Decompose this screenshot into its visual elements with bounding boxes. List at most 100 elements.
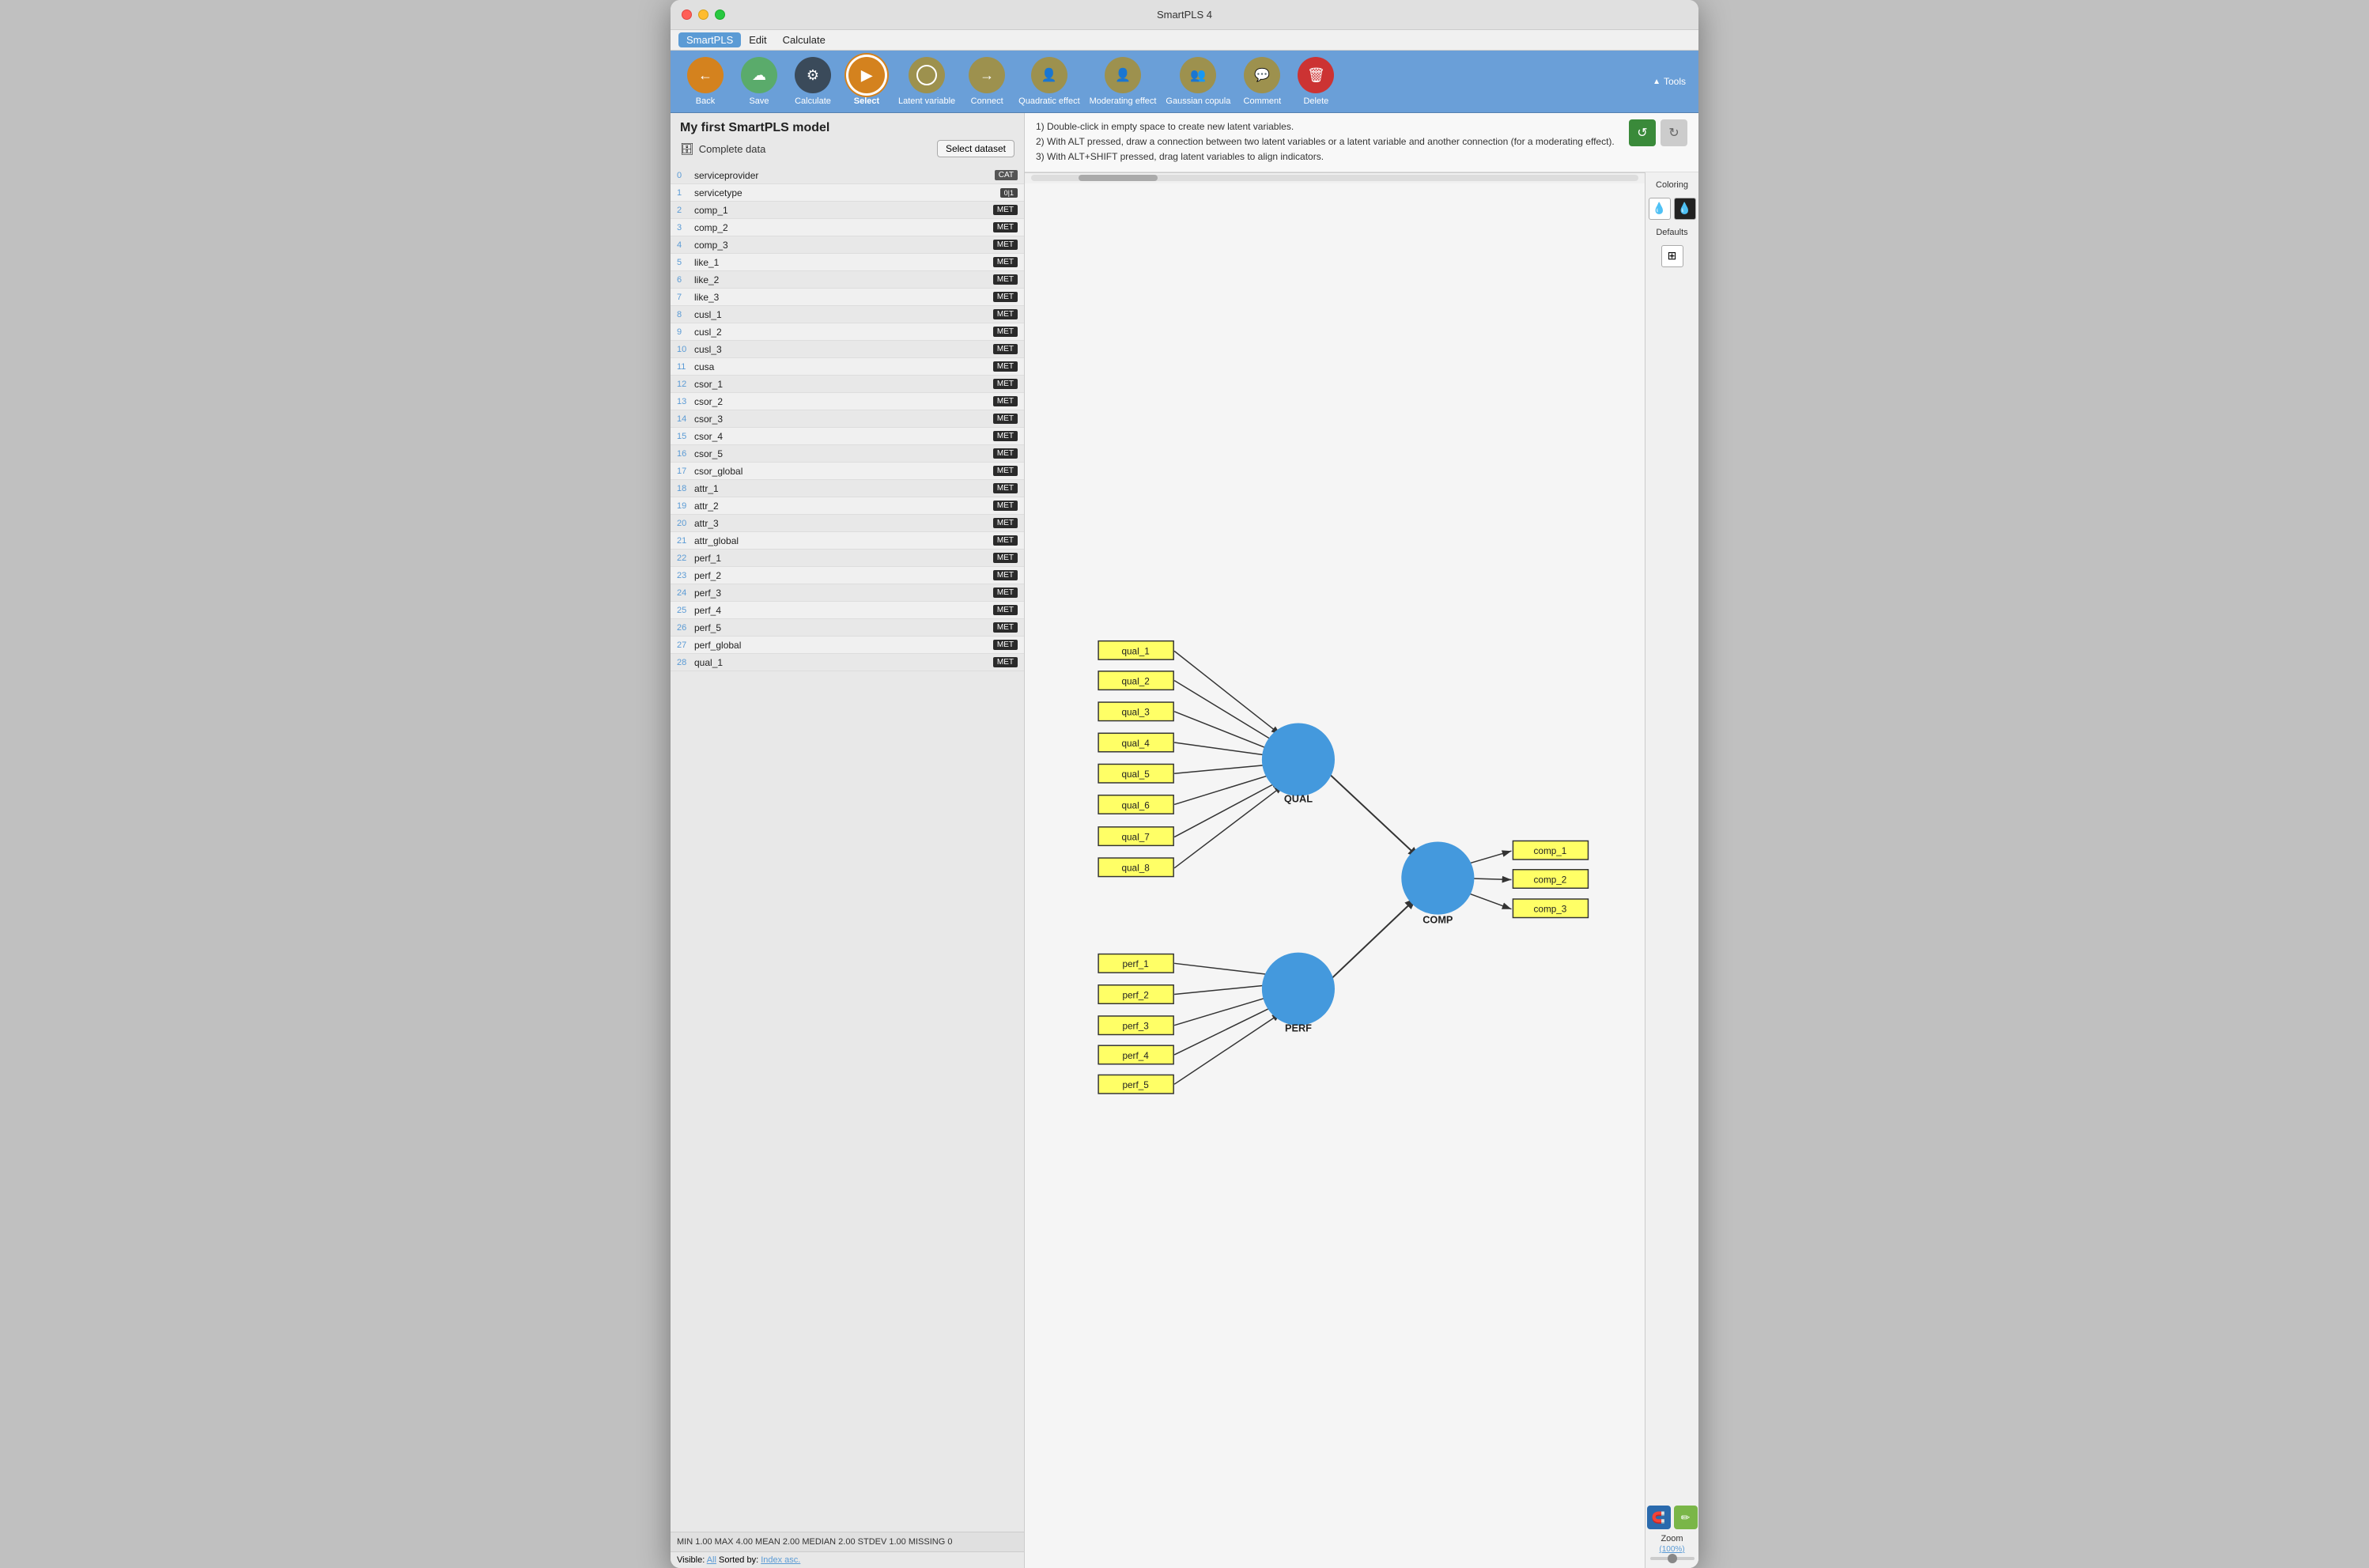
defaults-label: Defaults [1656, 228, 1687, 237]
delete-button[interactable]: 🗑 Delete [1294, 57, 1338, 106]
scrollbar-thumb[interactable] [1079, 175, 1158, 181]
tools-toggle[interactable]: Tools [1653, 76, 1686, 87]
minimize-button[interactable] [698, 9, 708, 20]
canvas-area: 1) Double-click in empty space to create… [1025, 113, 1698, 1568]
color-btn-2[interactable]: 💧 [1674, 198, 1696, 220]
var-index: 13 [677, 397, 694, 406]
connect-button[interactable]: → Connect [965, 57, 1009, 106]
arrow-perf4-perf [1174, 1003, 1279, 1055]
variable-row[interactable]: 1 servicetype 0|1 [671, 184, 1024, 202]
defaults-btn[interactable]: ⊞ [1661, 245, 1683, 267]
variable-row[interactable]: 22 perf_1 MET [671, 550, 1024, 567]
variable-row[interactable]: 3 comp_2 MET [671, 219, 1024, 236]
zoom-slider-thumb[interactable] [1668, 1554, 1677, 1563]
variable-row[interactable]: 20 attr_3 MET [671, 515, 1024, 532]
variable-row[interactable]: 24 perf_3 MET [671, 584, 1024, 602]
variable-row[interactable]: 0 serviceprovider CAT [671, 167, 1024, 184]
var-index: 20 [677, 519, 694, 528]
variable-row[interactable]: 15 csor_4 MET [671, 428, 1024, 445]
arrow-qual7-qual [1174, 780, 1280, 837]
variable-row[interactable]: 7 like_3 MET [671, 289, 1024, 306]
indicator-qual3-label: qual_3 [1121, 707, 1150, 717]
variable-row[interactable]: 26 perf_5 MET [671, 619, 1024, 637]
variable-list: 0 serviceprovider CAT 1 servicetype 0|1 … [671, 167, 1024, 1532]
save-button[interactable]: ☁ Save [737, 57, 781, 106]
variable-row[interactable]: 27 perf_global MET [671, 637, 1024, 654]
zoom-value[interactable]: (100%) [1659, 1545, 1684, 1554]
var-type-badge: MET [993, 431, 1018, 441]
variable-row[interactable]: 19 attr_2 MET [671, 497, 1024, 515]
variable-row[interactable]: 13 csor_2 MET [671, 393, 1024, 410]
horizontal-scrollbar[interactable] [1031, 175, 1638, 181]
coloring-buttons: 💧 💧 [1649, 198, 1696, 220]
variable-row[interactable]: 23 perf_2 MET [671, 567, 1024, 584]
menu-calculate[interactable]: Calculate [775, 32, 833, 47]
menu-edit[interactable]: Edit [741, 32, 774, 47]
window-title: SmartPLS 4 [1157, 9, 1212, 21]
indicator-perf4-label: perf_4 [1122, 1050, 1149, 1060]
var-name: csor_1 [694, 379, 990, 390]
var-type-badge: MET [993, 205, 1018, 215]
var-type-badge: MET [993, 414, 1018, 424]
arrow-perf3-perf [1174, 994, 1277, 1025]
menu-smartpls[interactable]: SmartPLS [678, 32, 741, 47]
variable-row[interactable]: 17 csor_global MET [671, 463, 1024, 480]
var-name: perf_2 [694, 570, 990, 581]
back-button[interactable]: ← Back [683, 57, 727, 106]
diagram-canvas[interactable]: qual_1 qual_2 qual_3 qual_4 [1025, 172, 1645, 1568]
variable-row[interactable]: 16 csor_5 MET [671, 445, 1024, 463]
canvas-main[interactable]: qual_1 qual_2 qual_3 qual_4 [1025, 172, 1645, 1568]
refresh-button[interactable]: ↺ [1629, 119, 1656, 146]
lv-qual[interactable] [1262, 723, 1335, 795]
gaussian-copula-button[interactable]: 👥 Gaussian copula [1166, 57, 1230, 106]
select-dataset-button[interactable]: Select dataset [937, 140, 1014, 157]
variable-row[interactable]: 2 comp_1 MET [671, 202, 1024, 219]
variable-row[interactable]: 18 attr_1 MET [671, 480, 1024, 497]
magnet-button[interactable]: 🧲 [1647, 1506, 1671, 1529]
maximize-button[interactable] [715, 9, 725, 20]
variable-row[interactable]: 4 comp_3 MET [671, 236, 1024, 254]
dataset-row: 🗄 Complete data Select dataset [680, 140, 1014, 157]
variable-row[interactable]: 12 csor_1 MET [671, 376, 1024, 393]
reset-button[interactable]: ↻ [1661, 119, 1687, 146]
lv-comp[interactable] [1401, 841, 1474, 914]
calculate-button[interactable]: ⚙ Calculate [791, 57, 835, 106]
visible-all-link[interactable]: All [707, 1555, 716, 1565]
indicator-comp2-label: comp_2 [1534, 875, 1567, 885]
quadratic-effect-button[interactable]: 👤 Quadratic effect [1018, 57, 1079, 106]
bottom-tool-button-row: 🧲 ✏ [1647, 1506, 1698, 1529]
variable-row[interactable]: 11 cusa MET [671, 358, 1024, 376]
var-index: 3 [677, 223, 694, 232]
pencil-button[interactable]: ✏ [1674, 1506, 1698, 1529]
var-index: 25 [677, 606, 694, 615]
var-name: cusl_1 [694, 309, 990, 320]
variable-row[interactable]: 28 qual_1 MET [671, 654, 1024, 671]
indicator-comp3-label: comp_3 [1534, 904, 1567, 914]
variable-row[interactable]: 21 attr_global MET [671, 532, 1024, 550]
var-type-badge: MET [993, 501, 1018, 511]
close-button[interactable] [682, 9, 692, 20]
sorted-by-link[interactable]: Index asc. [761, 1555, 800, 1565]
moderating-effect-button[interactable]: 👤 Moderating effect [1090, 57, 1157, 106]
latent-variable-button[interactable]: Latent variable [898, 57, 955, 106]
color-btn-1[interactable]: 💧 [1649, 198, 1671, 220]
variable-row[interactable]: 10 cusl_3 MET [671, 341, 1024, 358]
sidebar-stats: MIN 1.00 MAX 4.00 MEAN 2.00 MEDIAN 2.00 … [671, 1532, 1024, 1551]
select-button[interactable]: ▶ Select [844, 57, 889, 106]
lv-perf-label: PERF [1285, 1022, 1312, 1033]
canvas-scroll[interactable]: qual_1 qual_2 qual_3 qual_4 [1025, 172, 1645, 1568]
variable-row[interactable]: 5 like_1 MET [671, 254, 1024, 271]
sorted-by-label: Sorted by: [719, 1555, 758, 1565]
instruction-2: 2) With ALT pressed, draw a connection b… [1036, 134, 1621, 149]
var-type-badge: MET [993, 274, 1018, 285]
variable-row[interactable]: 25 perf_4 MET [671, 602, 1024, 619]
variable-row[interactable]: 14 csor_3 MET [671, 410, 1024, 428]
lv-perf[interactable] [1262, 952, 1335, 1025]
zoom-slider[interactable] [1650, 1557, 1695, 1560]
save-label: Save [749, 96, 769, 106]
variable-row[interactable]: 6 like_2 MET [671, 271, 1024, 289]
variable-row[interactable]: 9 cusl_2 MET [671, 323, 1024, 341]
variable-row[interactable]: 8 cusl_1 MET [671, 306, 1024, 323]
comment-button[interactable]: 💬 Comment [1240, 57, 1284, 106]
var-name: comp_2 [694, 222, 990, 233]
